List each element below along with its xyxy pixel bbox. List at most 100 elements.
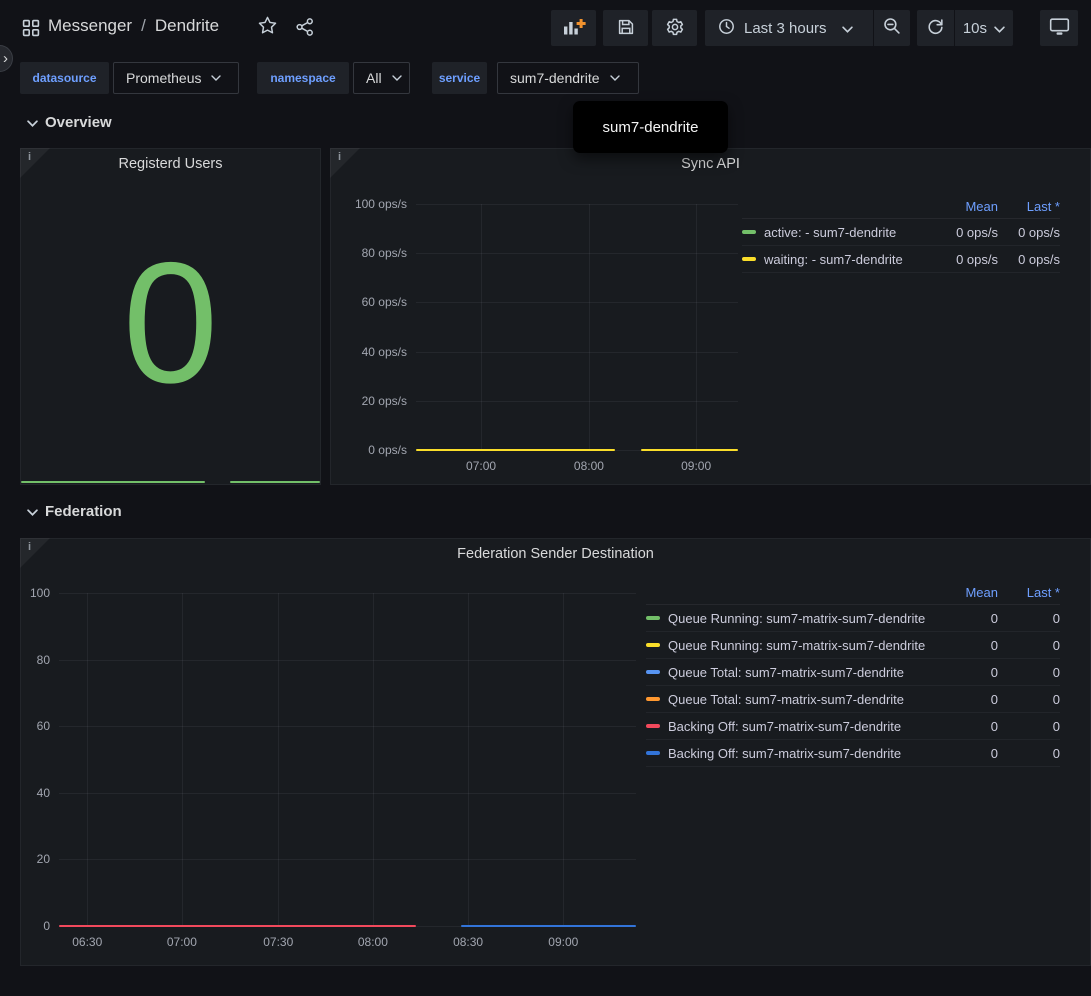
chevron-down-icon: [392, 75, 402, 81]
grid-line-horizontal: [416, 302, 738, 303]
share-icon[interactable]: [295, 17, 315, 37]
legend-series-label[interactable]: Queue Total: sum7-matrix-sum7-dendrite: [668, 665, 904, 680]
chevron-down-icon: [211, 75, 221, 81]
breadcrumb-dashboard[interactable]: Dendrite: [155, 16, 219, 36]
gear-icon: [665, 17, 685, 40]
legend-swatch: [646, 751, 660, 755]
legend-series-toggle[interactable]: Queue Running: sum7-matrix-sum7-dendrite: [646, 638, 932, 653]
grid-line-vertical: [182, 593, 183, 926]
grid-line-horizontal: [416, 401, 738, 402]
legend-series-label[interactable]: active: - sum7-dendrite: [764, 225, 896, 240]
section-title: Overview: [45, 114, 112, 131]
sparkline-segment: [21, 481, 205, 483]
save-icon: [617, 18, 635, 39]
y-axis-tick-label: 40: [37, 786, 50, 800]
legend-swatch: [646, 697, 660, 701]
x-axis-tick-label: 07:00: [167, 935, 197, 949]
add-panel-button[interactable]: [551, 10, 596, 46]
section-header-overview[interactable]: Overview: [27, 114, 112, 131]
legend-row: waiting: - sum7-dendrite0 ops/s0 ops/s: [742, 246, 1060, 273]
grid-line-horizontal: [416, 253, 738, 254]
legend-series-toggle[interactable]: Queue Total: sum7-matrix-sum7-dendrite: [646, 665, 932, 680]
legend-column-last[interactable]: Last *: [998, 585, 1060, 600]
legend-row: Backing Off: sum7-matrix-sum7-dendrite00: [646, 740, 1060, 767]
variable-dropdown-namespace[interactable]: All: [353, 62, 410, 94]
legend-swatch: [646, 724, 660, 728]
stat-sparkline: [21, 480, 320, 484]
grid-line-vertical: [87, 593, 88, 926]
variable-label-datasource: datasource: [20, 62, 109, 94]
legend-column-mean[interactable]: Mean: [932, 585, 998, 600]
panel-title[interactable]: Federation Sender Destination: [21, 539, 1090, 569]
legend-series-toggle[interactable]: Queue Running: sum7-matrix-sum7-dendrite: [646, 611, 932, 626]
legend-series-label[interactable]: Backing Off: sum7-matrix-sum7-dendrite: [668, 746, 901, 761]
series-line: [59, 925, 416, 927]
info-icon: i: [28, 541, 31, 553]
tooltip: sum7-dendrite: [573, 101, 728, 153]
grid-line-vertical: [696, 204, 697, 450]
legend-series-label[interactable]: waiting: - sum7-dendrite: [764, 252, 903, 267]
time-picker-group: Last 3 hours: [705, 10, 910, 46]
grid-line-horizontal: [59, 660, 636, 661]
refresh-button[interactable]: [917, 10, 954, 46]
refresh-interval-picker[interactable]: 10s: [955, 10, 1013, 46]
star-icon[interactable]: [257, 15, 278, 36]
legend-series-toggle[interactable]: Queue Total: sum7-matrix-sum7-dendrite: [646, 692, 932, 707]
legend-header: MeanLast *: [742, 195, 1060, 219]
legend-row: Queue Total: sum7-matrix-sum7-dendrite00: [646, 659, 1060, 686]
legend-last-value: 0: [998, 638, 1060, 653]
legend-mean-value: 0: [932, 719, 998, 734]
legend-series-label[interactable]: Queue Running: sum7-matrix-sum7-dendrite: [668, 638, 925, 653]
legend-mean-value: 0: [932, 665, 998, 680]
chart-legend: MeanLast * Queue Running: sum7-matrix-sum…: [646, 581, 1060, 767]
breadcrumb-separator: /: [141, 16, 146, 36]
grid-line-vertical: [278, 593, 279, 926]
time-range-picker[interactable]: Last 3 hours: [705, 10, 873, 46]
grid-line-vertical: [589, 204, 590, 450]
legend-series-toggle[interactable]: waiting: - sum7-dendrite: [742, 252, 932, 267]
legend-column-last[interactable]: Last *: [998, 199, 1060, 214]
open-menu-button[interactable]: ›: [0, 45, 13, 72]
x-axis-tick-label: 09:00: [548, 935, 578, 949]
dashboards-icon[interactable]: [21, 18, 41, 38]
grid-line-vertical: [563, 593, 564, 926]
chart-plot-area[interactable]: 10080604020006:3007:0007:3008:0008:3009:…: [59, 593, 636, 926]
add-panel-icon: [561, 17, 586, 40]
variable-dropdown-datasource[interactable]: Prometheus: [113, 62, 239, 94]
legend-mean-value: 0 ops/s: [932, 252, 998, 267]
section-header-federation[interactable]: Federation: [27, 503, 122, 520]
legend-mean-value: 0: [932, 611, 998, 626]
chevron-down-icon: [27, 503, 38, 520]
legend-series-toggle[interactable]: active: - sum7-dendrite: [742, 225, 932, 240]
chart-plot-area[interactable]: 100 ops/s80 ops/s60 ops/s40 ops/s20 ops/…: [416, 204, 738, 450]
legend-series-label[interactable]: Queue Total: sum7-matrix-sum7-dendrite: [668, 692, 904, 707]
y-axis-tick-label: 100: [30, 586, 50, 600]
clock-icon: [718, 18, 735, 39]
panel-sync-api: i Sync API 100 ops/s80 ops/s60 ops/s40 o…: [330, 148, 1091, 485]
x-axis-tick-label: 07:00: [466, 459, 496, 473]
grid-line-vertical: [481, 204, 482, 450]
y-axis-tick-label: 0: [43, 919, 50, 933]
kiosk-mode-button[interactable]: [1040, 10, 1078, 46]
save-dashboard-button[interactable]: [603, 10, 648, 46]
legend-last-value: 0: [998, 719, 1060, 734]
y-axis-tick-label: 60 ops/s: [362, 295, 407, 309]
panel-title[interactable]: Sync API: [331, 149, 1090, 179]
y-axis-tick-label: 20 ops/s: [362, 394, 407, 408]
zoom-out-button[interactable]: [874, 10, 910, 46]
grid-line-horizontal: [416, 352, 738, 353]
legend-series-label[interactable]: Backing Off: sum7-matrix-sum7-dendrite: [668, 719, 901, 734]
variable-dropdown-service[interactable]: sum7-dendrite: [497, 62, 639, 94]
legend-swatch: [742, 257, 756, 261]
legend-column-mean[interactable]: Mean: [932, 199, 998, 214]
legend-swatch: [742, 230, 756, 234]
refresh-interval-label: 10s: [963, 20, 987, 37]
x-axis-tick-label: 08:00: [358, 935, 388, 949]
dashboard-settings-button[interactable]: [652, 10, 697, 46]
legend-series-label[interactable]: Queue Running: sum7-matrix-sum7-dendrite: [668, 611, 925, 626]
grafana-dashboard: › Messenger / Dendrite Last 3 ho: [0, 0, 1091, 996]
grid-line-horizontal: [416, 204, 738, 205]
legend-series-toggle[interactable]: Backing Off: sum7-matrix-sum7-dendrite: [646, 719, 932, 734]
breadcrumb-folder[interactable]: Messenger: [48, 16, 132, 36]
legend-series-toggle[interactable]: Backing Off: sum7-matrix-sum7-dendrite: [646, 746, 932, 761]
